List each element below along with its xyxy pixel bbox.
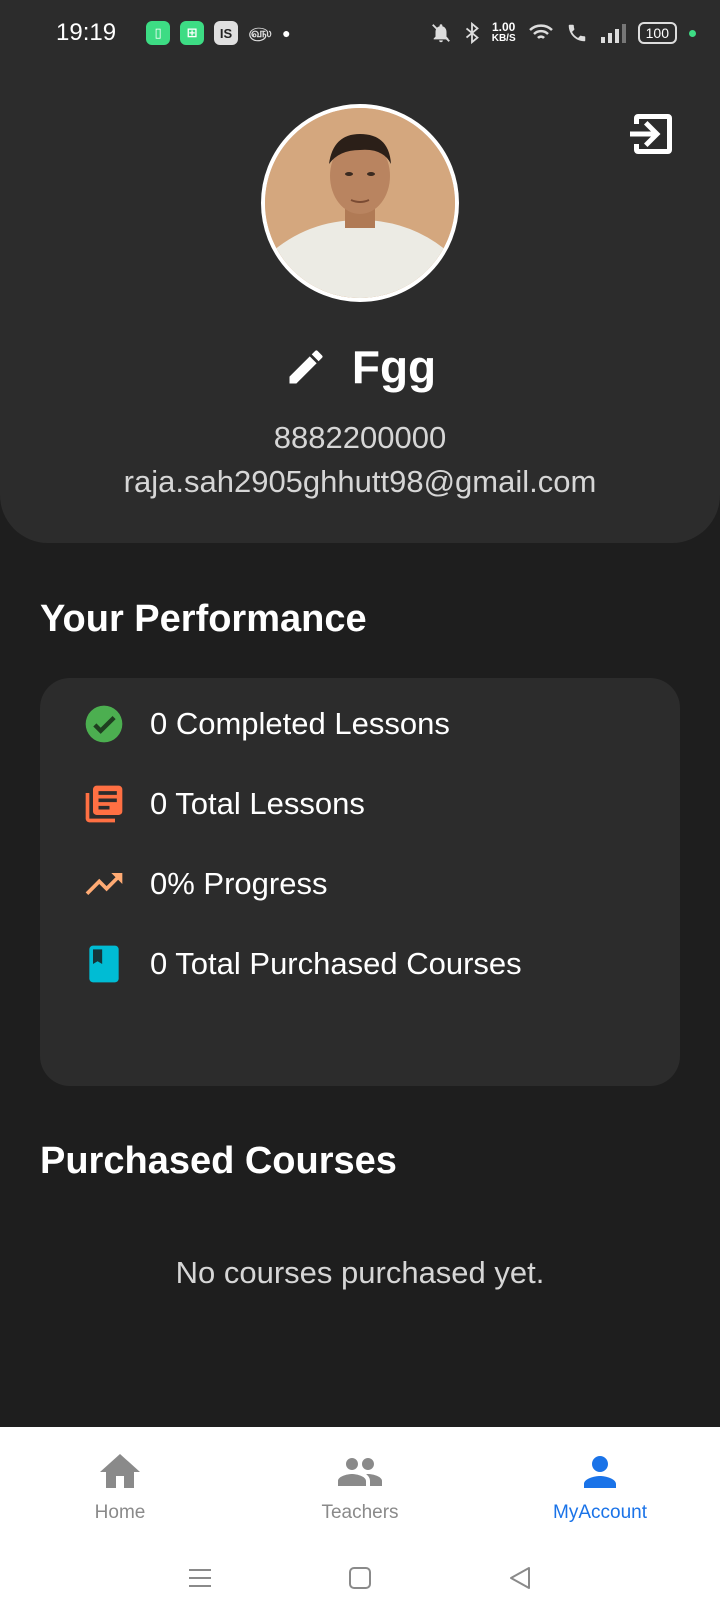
privacy-dot xyxy=(689,29,696,37)
trending-up-icon xyxy=(85,873,123,895)
person-icon xyxy=(584,1455,616,1488)
nav-home[interactable]: Home xyxy=(0,1427,240,1544)
logout-icon[interactable] xyxy=(624,108,676,160)
nav-label: Teachers xyxy=(321,1501,399,1523)
nav-myaccount[interactable]: MyAccount xyxy=(480,1427,720,1544)
stat-progress: 0% Progress xyxy=(82,862,327,906)
profile-phone: 8882200000 xyxy=(273,420,447,455)
empty-courses-message: No courses purchased yet. xyxy=(175,1255,545,1290)
signal-icon xyxy=(600,24,626,43)
performance-card: 0 Completed Lessons 0 Total Lessons 0% P… xyxy=(40,678,680,1086)
nav-label: MyAccount xyxy=(553,1501,647,1523)
nav-label: Home xyxy=(94,1501,146,1523)
stat-label: 0 Completed Lessons xyxy=(150,706,450,741)
battery-indicator: 100 xyxy=(637,22,677,44)
book-icon xyxy=(89,945,119,983)
nav-teachers[interactable]: Teachers xyxy=(240,1427,480,1544)
people-icon xyxy=(338,1457,382,1486)
avatar[interactable] xyxy=(261,104,459,302)
network-speed: 1.00 KB/S xyxy=(491,20,516,44)
profile-photo xyxy=(265,108,455,298)
app-notification-icon: ⊞ xyxy=(180,21,205,45)
stat-label: 0% Progress xyxy=(150,866,328,901)
stat-completed-lessons: 0 Completed Lessons xyxy=(82,702,450,746)
bluetooth-icon xyxy=(465,22,479,44)
back-icon[interactable] xyxy=(505,1563,535,1593)
stat-total-lessons: 0 Total Lessons xyxy=(82,782,365,826)
stat-label: 0 Total Purchased Courses xyxy=(150,946,522,981)
status-time: 19:19 xyxy=(56,19,117,46)
purchased-courses-title: Purchased Courses xyxy=(40,1140,397,1182)
more-notifications-icon: ● xyxy=(282,25,291,41)
recent-apps-icon[interactable] xyxy=(185,1563,215,1593)
home-icon xyxy=(100,1453,140,1488)
mute-icon xyxy=(431,24,450,43)
profile-email: raja.sah2905ghhutt98@gmail.com xyxy=(123,464,597,499)
wifi-calling-icon xyxy=(568,24,585,42)
stat-purchased-courses: 0 Total Purchased Courses xyxy=(82,942,522,986)
is-app-icon: IS xyxy=(214,21,239,45)
system-nav-bar xyxy=(0,1544,720,1612)
battery-saver-icon: ▯ xyxy=(146,21,171,45)
bottom-nav: Home Teachers MyAccount xyxy=(0,1427,720,1544)
library-books-icon xyxy=(85,785,123,823)
swirl-app-icon: ௵ xyxy=(248,24,272,40)
profile-name: Fgg xyxy=(351,341,437,393)
name-row: Fgg xyxy=(0,340,720,394)
edit-icon[interactable] xyxy=(284,345,328,389)
status-bar: 19:19 ▯ ⊞ IS ௵ ● 1.00 KB/S 100 xyxy=(0,0,720,66)
wifi-icon xyxy=(528,24,553,39)
check-circle-icon xyxy=(85,705,123,743)
status-app-icons: ▯ ⊞ IS ௵ ● xyxy=(146,21,291,45)
performance-title: Your Performance xyxy=(40,598,367,640)
home-button-icon[interactable] xyxy=(345,1563,375,1593)
stat-label: 0 Total Lessons xyxy=(150,786,365,821)
status-system-icons: 1.00 KB/S 100 xyxy=(430,21,696,45)
